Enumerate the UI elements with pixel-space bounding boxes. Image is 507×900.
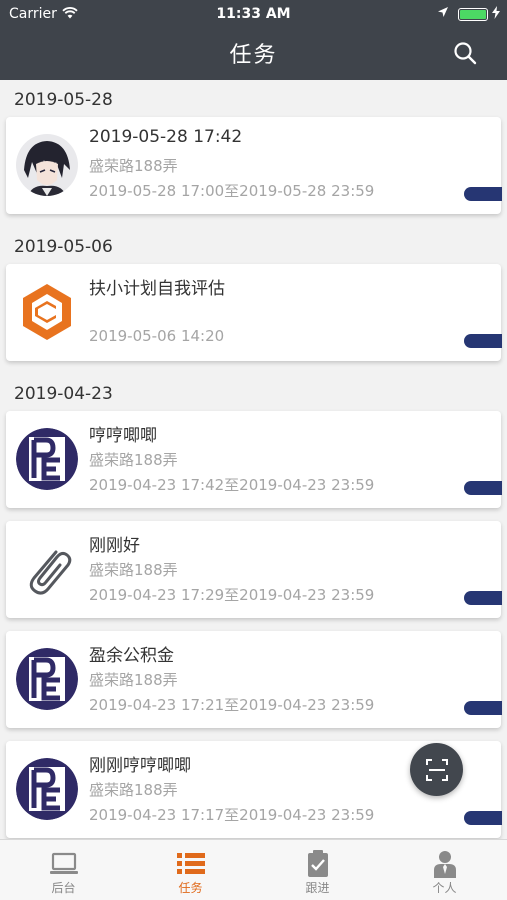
- anime-avatar: [16, 134, 78, 196]
- task-time-range: 2019-04-23 17:21至2019-04-23 23:59: [89, 696, 375, 714]
- status-indicator: [464, 334, 502, 348]
- task-title: 扶小计划自我评估: [89, 279, 225, 299]
- pe-logo: [16, 648, 78, 710]
- clipboard-check-icon: [303, 850, 333, 878]
- task-location: 盛荣路188弄: [89, 157, 178, 175]
- task-card[interactable]: 扶小计划自我评估 2019-05-06 14:20: [6, 264, 502, 361]
- date-header: 2019-05-28: [0, 84, 507, 117]
- task-card[interactable]: 刚刚好 盛荣路188弄 2019-04-23 17:29至2019-04-23 …: [6, 521, 502, 618]
- task-list-icon: [176, 850, 206, 878]
- tab-profile[interactable]: 个人: [381, 840, 507, 900]
- location-arrow-icon: [437, 6, 449, 22]
- task-card[interactable]: 盈余公积金 盛荣路188弄 2019-04-23 17:21至2019-04-2…: [6, 631, 502, 728]
- navigation-bar: Carrier 11:33 AM 任务: [0, 0, 507, 80]
- tab-backend[interactable]: 后台: [0, 840, 127, 900]
- task-time-range: 2019-04-23 17:29至2019-04-23 23:59: [89, 586, 375, 604]
- status-indicator: [464, 481, 502, 495]
- status-indicator: [464, 187, 502, 201]
- status-time: 11:33 AM: [216, 6, 291, 22]
- task-title: 刚刚好: [89, 536, 140, 556]
- person-icon: [430, 850, 460, 878]
- hexagon-logo: [16, 281, 78, 343]
- task-list[interactable]: 2019-05-28 2019-05-28 17:42 盛荣路188弄 2019…: [0, 80, 507, 838]
- task-card[interactable]: 2019-05-28 17:42 盛荣路188弄 2019-05-28 17:0…: [6, 117, 502, 214]
- status-indicator: [464, 591, 502, 605]
- search-icon[interactable]: [452, 40, 478, 66]
- battery-icon: [458, 8, 488, 21]
- date-header: 2019-04-23: [0, 378, 507, 411]
- task-card[interactable]: 哼哼唧唧 盛荣路188弄 2019-04-23 17:42至2019-04-23…: [6, 411, 502, 508]
- charging-bolt-icon: [492, 6, 500, 22]
- task-title: 2019-05-28 17:42: [89, 127, 243, 147]
- paperclip-icon: [16, 538, 78, 600]
- tab-tasks[interactable]: 任务: [127, 840, 254, 900]
- pe-logo: [16, 428, 78, 490]
- task-location: 盛荣路188弄: [89, 671, 178, 689]
- pe-logo: [16, 758, 78, 820]
- tab-follow-up[interactable]: 跟进: [254, 840, 381, 900]
- status-indicator: [464, 811, 502, 825]
- date-header: 2019-05-06: [0, 231, 507, 264]
- task-time-range: 2019-05-28 17:00至2019-05-28 23:59: [89, 182, 375, 200]
- task-location: 盛荣路188弄: [89, 561, 178, 579]
- scan-icon: [426, 759, 448, 781]
- task-time-range: 2019-04-23 17:17至2019-04-23 23:59: [89, 806, 375, 824]
- task-time-range: 2019-05-06 14:20: [89, 327, 225, 345]
- task-title: 盈余公积金: [89, 646, 174, 666]
- laptop-icon: [49, 850, 79, 878]
- tab-label: 后台: [51, 881, 76, 895]
- task-title: 刚刚哼哼唧唧: [89, 756, 191, 776]
- page-title: 任务: [229, 43, 278, 68]
- tab-label: 个人: [432, 881, 457, 895]
- tab-bar: 后台 任务 跟进 个人: [0, 839, 507, 900]
- task-location: 盛荣路188弄: [89, 451, 178, 469]
- tab-label: 任务: [178, 881, 203, 895]
- task-time-range: 2019-04-23 17:42至2019-04-23 23:59: [89, 476, 375, 494]
- task-location: 盛荣路188弄: [89, 781, 178, 799]
- tab-label: 跟进: [305, 881, 330, 895]
- status-bar: Carrier 11:33 AM: [0, 0, 507, 28]
- scan-button[interactable]: [410, 743, 463, 796]
- task-title: 哼哼唧唧: [89, 426, 157, 446]
- status-indicator: [464, 701, 502, 715]
